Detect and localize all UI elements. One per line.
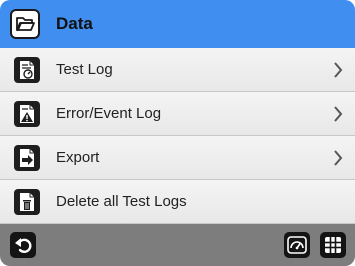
back-arrow-icon (15, 238, 32, 253)
back-button[interactable] (10, 232, 36, 258)
menu-item-label: Export (56, 149, 100, 166)
menu-item-export[interactable]: Export (0, 136, 355, 180)
menu-item-label: Error/Event Log (56, 105, 162, 122)
folder-open-icon (10, 9, 40, 39)
gauge-icon (287, 236, 307, 254)
menu-item-delete-all-test-logs[interactable]: Delete all Test Logs (0, 180, 355, 224)
data-menu: Test Log Error/Event Log Export Delete a… (0, 48, 355, 224)
export-icon (14, 144, 40, 171)
delete-icon (14, 188, 40, 215)
menu-item-label: Delete all Test Logs (56, 193, 187, 210)
test-log-icon (14, 56, 40, 83)
menu-item-test-log[interactable]: Test Log (0, 48, 355, 92)
menu-item-error-event-log[interactable]: Error/Event Log (0, 92, 355, 136)
menu-item-label: Test Log (56, 61, 113, 78)
chevron-right-icon (334, 62, 343, 78)
grid-menu-icon (325, 237, 341, 253)
gauge-button[interactable] (284, 232, 310, 258)
footer-bar (0, 224, 355, 266)
chevron-right-icon (334, 150, 343, 166)
header-bar: Data (0, 0, 355, 48)
chevron-right-icon (334, 106, 343, 122)
data-screen: Data Test Log Error/Event Log Export Del… (0, 0, 355, 266)
menu-grid-button[interactable] (320, 232, 346, 258)
page-title: Data (56, 14, 93, 33)
error-log-icon (14, 100, 40, 127)
